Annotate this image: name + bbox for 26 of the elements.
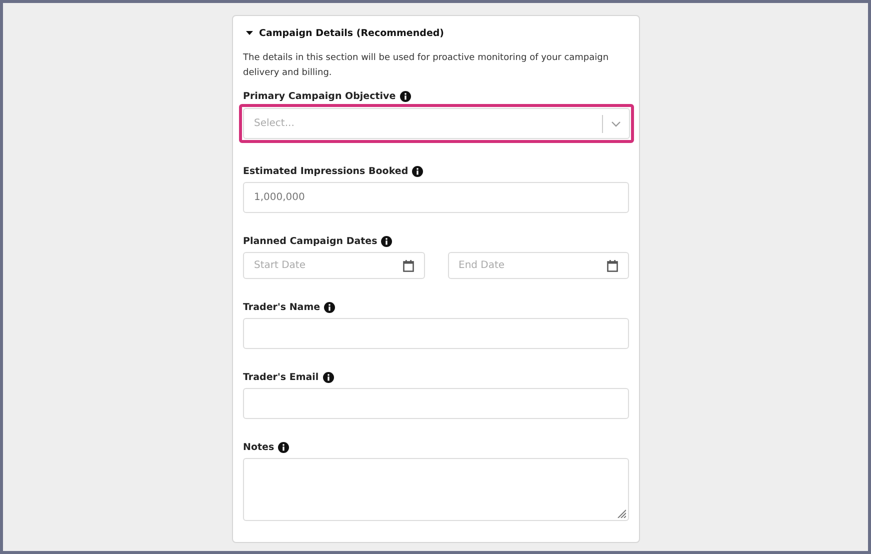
input-field[interactable]: 1,000,000	[243, 182, 629, 213]
resize-grip-icon[interactable]	[617, 509, 626, 518]
info-icon	[324, 302, 336, 312]
textarea-field[interactable]	[243, 458, 629, 521]
input-field[interactable]	[243, 318, 629, 349]
chevron-down-icon[interactable]	[611, 120, 621, 126]
input-field[interactable]	[243, 388, 629, 419]
field-label: Estimated Impressions Booked	[243, 166, 408, 176]
select-field[interactable]: Select...	[243, 108, 630, 139]
date-field[interactable]: Start Date	[243, 252, 424, 279]
info-icon	[381, 236, 392, 246]
field-label: Primary Campaign Objective	[243, 90, 396, 102]
field-label: Notes	[243, 442, 274, 452]
field-label: Trader's Name	[243, 302, 320, 312]
date-field[interactable]: End Date	[448, 252, 629, 279]
field-label: Planned Campaign Dates	[243, 236, 378, 246]
info-icon	[278, 442, 290, 452]
info-icon	[322, 372, 334, 382]
calendar-icon[interactable]	[607, 260, 618, 272]
info-icon	[400, 90, 411, 102]
caret-icon[interactable]	[246, 30, 253, 36]
calendar-icon[interactable]	[402, 260, 414, 272]
info-icon	[412, 166, 424, 176]
section-title[interactable]: Campaign Details (Recommended)	[259, 28, 444, 38]
field-label: Trader's Email	[243, 372, 319, 382]
section-description: The details in this section will be used for proactive monitoring of your campaign delivery and billing.	[243, 52, 610, 80]
